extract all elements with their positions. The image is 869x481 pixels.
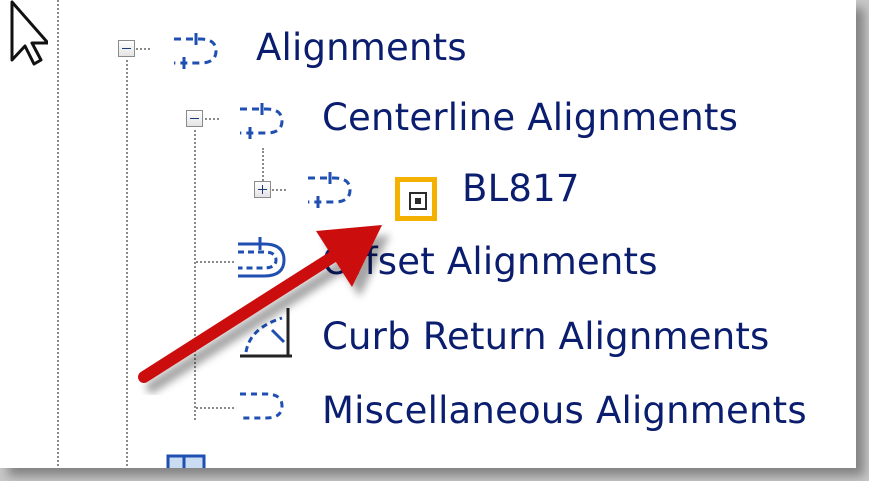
reference-badge-icon (395, 177, 437, 221)
tree-line (272, 189, 286, 191)
tree-item-bl817[interactable]: BL817 (462, 170, 580, 207)
tree-line (126, 60, 128, 468)
tree-line (196, 407, 234, 409)
tree-line (205, 118, 219, 120)
alignment-icon (174, 33, 218, 69)
tree-item-miscellaneous-alignments[interactable]: Miscellaneous Alignments (322, 392, 807, 429)
prospector-tree-panel: Alignments Centerline Alignments BL817 O… (0, 0, 856, 468)
mouse-pointer-icon (10, 0, 48, 66)
collapse-toggle-alignments[interactable] (118, 40, 135, 57)
alignment-icon (240, 103, 284, 139)
expand-toggle-bl817[interactable] (254, 181, 271, 198)
tree-item-alignments[interactable]: Alignments (256, 29, 467, 66)
collapse-toggle-centerline-alignments[interactable] (186, 110, 203, 127)
alignment-icon (308, 172, 352, 208)
tree-line (57, 0, 59, 468)
tree-line (136, 48, 150, 50)
partial-item-icon (166, 454, 206, 468)
annotation-arrow-icon (138, 225, 382, 383)
tree-item-centerline-alignments[interactable]: Centerline Alignments (322, 99, 738, 136)
